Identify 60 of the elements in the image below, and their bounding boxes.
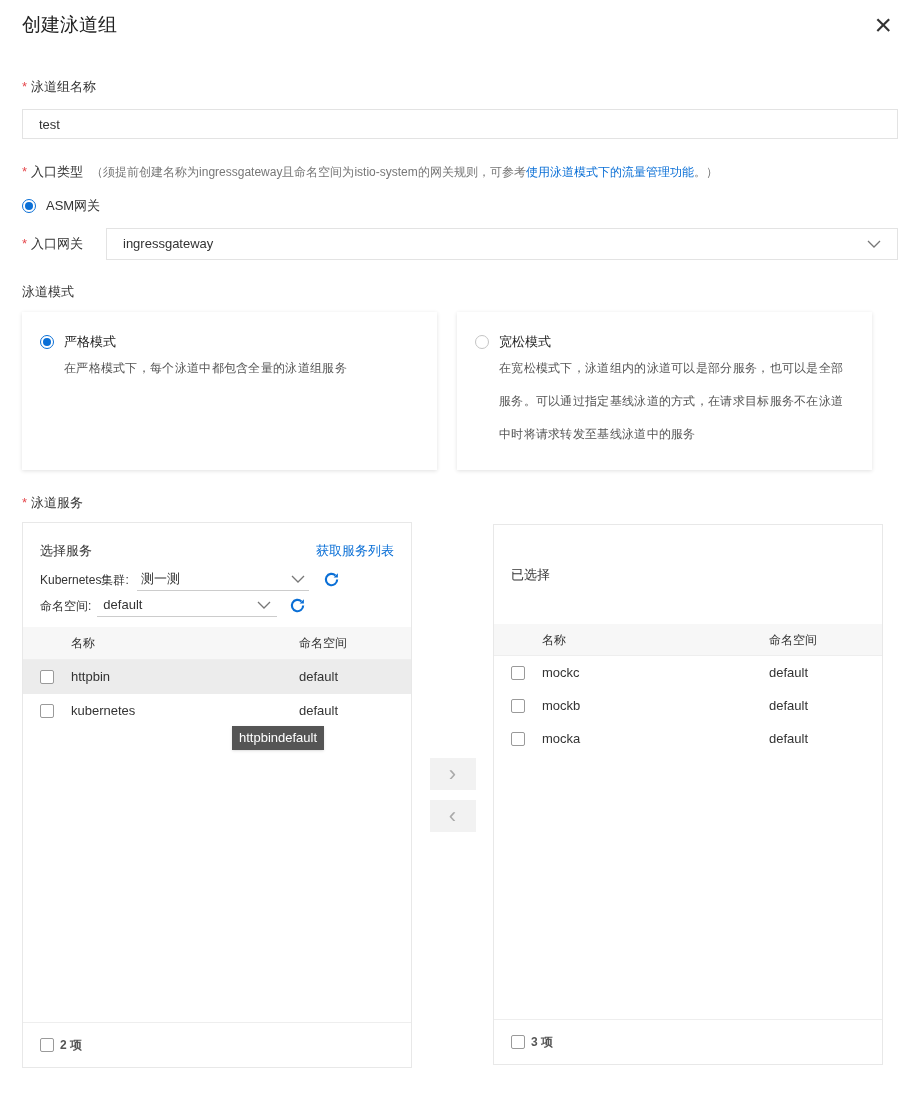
dialog-title: 创建泳道组 (22, 12, 117, 37)
fetch-services-link[interactable]: 获取服务列表 (316, 541, 394, 561)
hint-text: （须提前创建名称为ingressgateway且命名空间为istio-system的网关规则，可参考使用泳道模式下的流量管理功能。） (91, 164, 718, 181)
table-cell-text: default (769, 696, 809, 715)
required-mark: * (22, 163, 28, 182)
chevron-down-icon (257, 601, 272, 609)
checkbox[interactable] (40, 703, 54, 718)
chevron-down-icon (290, 575, 305, 583)
checkbox[interactable] (40, 669, 54, 684)
input-field[interactable]: test (22, 109, 898, 139)
cluster-select[interactable]: 测一测 (136, 568, 309, 591)
column-header: 名称 (71, 634, 96, 652)
field-label: 泳道服务 (31, 494, 84, 513)
required-mark: * (22, 235, 28, 254)
chevron-down-icon (867, 240, 881, 248)
checkbox[interactable] (511, 1035, 525, 1049)
gateway-select[interactable]: ingressgateway (106, 228, 898, 260)
checkbox[interactable] (40, 1038, 54, 1052)
tooltip: httpbindefault (232, 726, 325, 750)
checkbox[interactable] (511, 698, 525, 713)
refresh-icon[interactable] (289, 597, 307, 614)
checkbox[interactable] (511, 731, 525, 746)
required-mark: * (22, 494, 28, 513)
section-label: 泳道模式 (22, 283, 75, 301)
column-header: 命名空间 (299, 634, 347, 652)
radio-label[interactable]: ASM网关 (46, 196, 101, 216)
field-label: Kubernetes集群: (40, 571, 129, 589)
field-label: 入口网关 (31, 235, 84, 254)
table-cell-text: mockc (542, 663, 581, 682)
field-label: 命名空间: (40, 597, 92, 615)
namespace-select[interactable]: default (97, 594, 278, 617)
table-row[interactable]: httpbin default (23, 659, 411, 694)
table-cell-text: default (769, 663, 809, 682)
panel-title: 选择服务 (40, 542, 92, 560)
mode-description: 在宽松模式下，泳道组内的泳道可以是部分服务，也可以是全部服务。可以通过指定基线泳道的方式，在请求目标服务不在泳道中时将请求转发至基线泳道中的服务 (499, 359, 845, 443)
required-mark: * (22, 78, 28, 97)
refresh-icon[interactable] (322, 571, 340, 588)
mode-title: 严格模式 (64, 333, 116, 351)
table-row[interactable]: kubernetes default (23, 693, 411, 728)
table-cell-text: default (299, 701, 339, 720)
mode-card[interactable]: 严格模式 在严格模式下，每个泳道中都包含全量的泳道组服务 (22, 312, 437, 470)
table-cell-text: default (769, 729, 809, 748)
mode-description: 在严格模式下，每个泳道中都包含全量的泳道组服务 (64, 359, 348, 377)
item-count: 2 项 (60, 1037, 82, 1054)
table-cell-text: default (299, 667, 339, 686)
column-header: 命名空间 (769, 631, 817, 649)
panel-title: 已选择 (511, 565, 550, 584)
mode-card[interactable]: 宽松模式 在宽松模式下，泳道组内的泳道可以是部分服务，也可以是全部服务。可以通过指定基线泳道的方式，在请求目标服务不在泳道中时将请求转发至基线泳道中的服务 (457, 312, 872, 470)
item-count: 3 项 (531, 1034, 553, 1051)
table-cell-text: kubernetes (71, 701, 137, 720)
column-header: 名称 (542, 631, 567, 649)
table-cell-text: httpbin (71, 667, 112, 686)
field-label: 入口类型 (31, 163, 85, 182)
table-cell-text: mocka (542, 729, 582, 748)
checkbox[interactable] (511, 665, 525, 680)
field-label: 泳道组名称 (31, 78, 97, 97)
close-button[interactable]: × (874, 10, 898, 40)
table-cell-text: mockb (542, 696, 582, 715)
mode-title: 宽松模式 (499, 333, 551, 351)
docs-link[interactable]: 使用泳道模式下的流量管理功能 (525, 165, 694, 179)
